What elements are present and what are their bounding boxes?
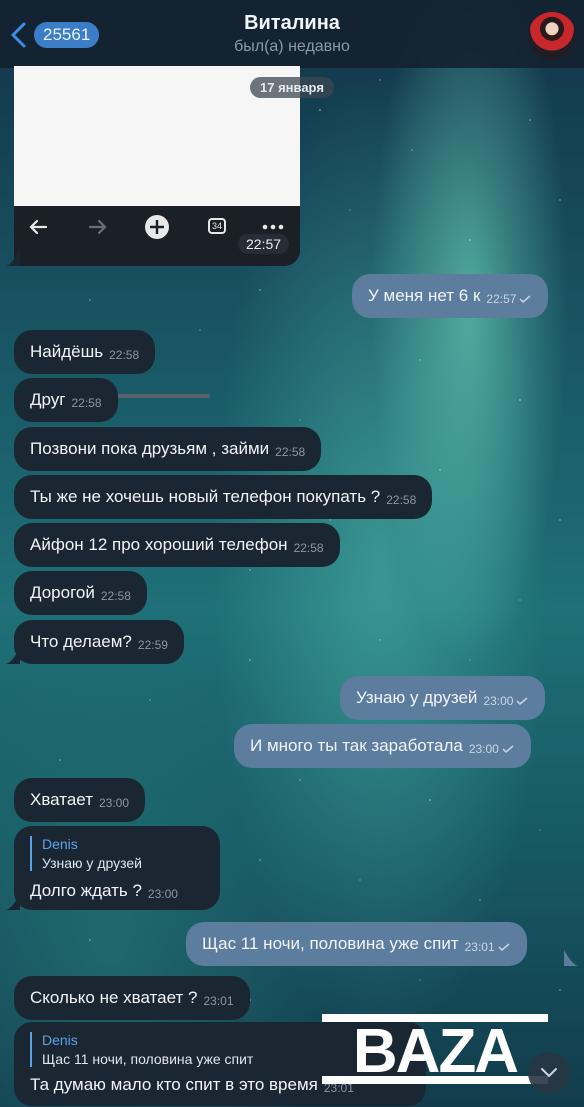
message-time: 22:58 — [109, 348, 140, 362]
message-time: 22:58 — [275, 445, 306, 459]
check-icon — [519, 295, 531, 303]
chat-header: 25561 Виталина был(а) недавно — [0, 0, 584, 68]
message-text: Найдёшь — [30, 342, 104, 361]
message-time: 23:01 — [203, 994, 234, 1008]
outgoing-message[interactable]: И много ты так заработала 23:00 — [234, 724, 531, 768]
message-time: 23:00 — [147, 887, 178, 901]
message-text: Хватает — [30, 790, 93, 809]
message-text: Позвони пока друзьям , займи — [30, 439, 270, 458]
message-text: Дорогой — [30, 583, 95, 602]
check-icon — [502, 745, 514, 753]
check-icon — [516, 697, 528, 705]
bubble-tail — [6, 250, 20, 266]
message-time: 22:58 — [71, 396, 102, 410]
message-time: 22:58 — [100, 589, 131, 603]
reply-quote[interactable]: Denis Узнаю у друзей — [30, 836, 204, 871]
message-text: И много ты так заработала — [250, 736, 463, 755]
message-text: У меня нет 6 к — [368, 286, 481, 305]
arrow-right-icon — [88, 219, 107, 235]
message-time: 22:58 — [386, 493, 417, 507]
outgoing-message[interactable]: Узнаю у друзей 23:00 — [340, 676, 546, 720]
chat-title[interactable]: Виталина — [0, 12, 584, 35]
message-time: 22:57 — [486, 292, 517, 306]
baza-watermark-logo: BAZA — [322, 1014, 548, 1084]
message-text: Что делаем? — [30, 632, 132, 651]
outgoing-message[interactable]: Щас 11 ночи, половина уже спит 23:01 — [186, 922, 527, 966]
message-text: Узнаю у друзей — [356, 688, 478, 707]
incoming-message[interactable]: Ты же не хочешь новый телефон покупать ?… — [14, 475, 433, 519]
bubble-tail — [564, 950, 578, 966]
message-time: 23:00 — [468, 742, 499, 756]
outgoing-message[interactable]: У меня нет 6 к 22:57 — [352, 274, 549, 318]
incoming-message[interactable]: Найдёшь 22:58 — [14, 330, 156, 374]
message-text: Долго ждать ? — [30, 881, 142, 900]
message-text: Щас 11 ночи, половина уже спит — [202, 934, 459, 953]
incoming-message[interactable]: Сколько не хватает ? 23:01 — [14, 976, 250, 1020]
scroll-down-button[interactable] — [528, 1052, 570, 1094]
chat-status: был(а) недавно — [234, 38, 350, 55]
incoming-message[interactable]: Айфон 12 про хороший телефон 22:58 — [14, 523, 340, 567]
message-text: Та думаю мало кто спит в это время — [30, 1075, 318, 1094]
message-text: Ты же не хочешь новый телефон покупать ? — [30, 487, 381, 506]
message-time: 23:00 — [483, 694, 514, 708]
message-text: Айфон 12 про хороший телефон — [30, 535, 288, 554]
message-time: 22:59 — [137, 638, 168, 652]
message-text: Сколько не хватает ? — [30, 988, 198, 1007]
media-time: 22:57 — [238, 234, 290, 254]
incoming-message[interactable]: Дорогой 22:58 — [14, 571, 147, 615]
tabs-count-icon: 34 — [208, 218, 226, 234]
date-separator: 17 января — [250, 77, 334, 98]
incoming-reply-message[interactable]: Denis Узнаю у друзей Долго ждать ? 23:00 — [14, 826, 220, 910]
incoming-message[interactable]: Позвони пока друзьям , займи 22:58 — [14, 427, 322, 471]
check-icon — [498, 943, 510, 951]
reply-text: Узнаю у друзей — [42, 855, 142, 871]
chevron-down-icon — [541, 1068, 557, 1078]
bubble-tail — [6, 648, 20, 664]
watermark-text: BAZA — [353, 1017, 518, 1084]
reply-author: Denis — [42, 836, 78, 852]
bubble-tail — [6, 894, 20, 910]
incoming-message[interactable]: Друг 22:58 — [14, 378, 118, 422]
avatar[interactable] — [528, 12, 576, 60]
incoming-message[interactable]: Хватает 23:00 — [14, 778, 146, 822]
message-time: 23:00 — [99, 796, 130, 810]
message-time: 22:58 — [293, 541, 324, 555]
message-text: Друг — [30, 390, 66, 409]
message-time: 23:01 — [464, 940, 495, 954]
incoming-message[interactable]: Что делаем? 22:59 — [14, 620, 184, 664]
plus-icon — [145, 215, 169, 239]
home-indicator — [106, 394, 210, 398]
arrow-left-icon — [29, 219, 48, 235]
